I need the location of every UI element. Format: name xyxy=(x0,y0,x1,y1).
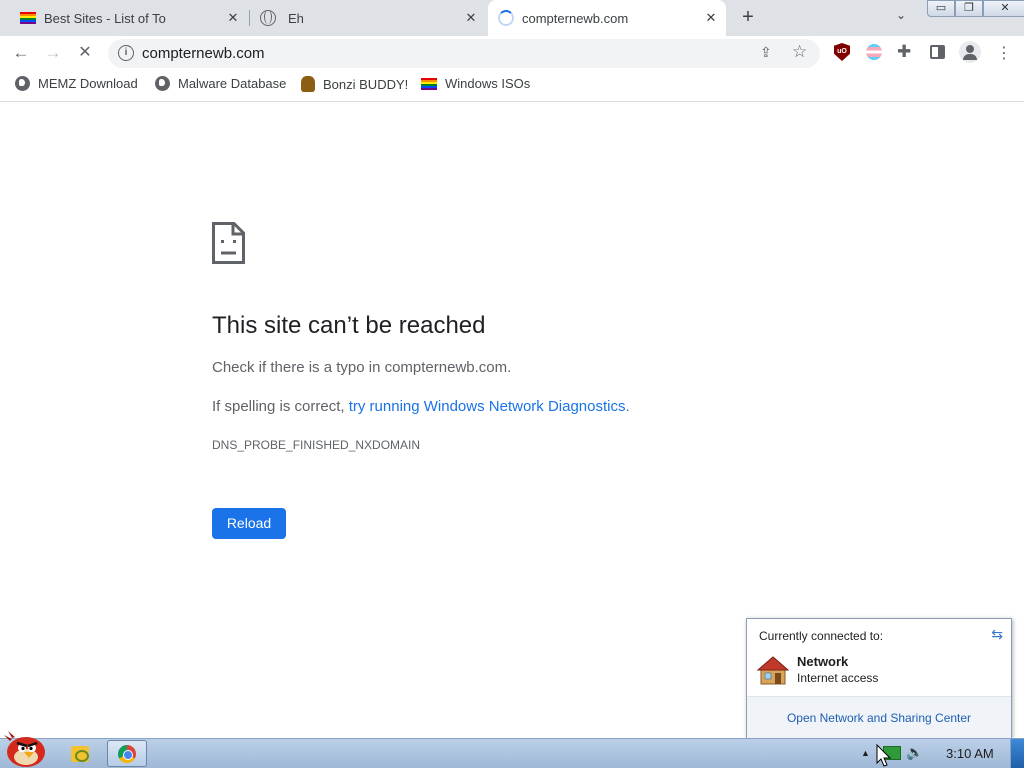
tab-1[interactable]: Best Sites - List of To ✕ xyxy=(8,0,248,36)
error-suggestion-diagnostics: If spelling is correct, try running Wind… xyxy=(212,398,630,415)
error-code: DNS_PROBE_FINISHED_NXDOMAIN xyxy=(212,438,421,452)
start-button-angry-bird-icon[interactable] xyxy=(2,729,48,768)
new-tab-button[interactable]: + xyxy=(737,6,759,28)
back-button[interactable]: ← xyxy=(10,42,32,64)
network-status-popup: Currently connected to: ⇆ Network Intern… xyxy=(746,618,1012,738)
taskbar-explorer-button[interactable] xyxy=(60,740,100,767)
loading-spinner-icon xyxy=(498,10,514,26)
sad-document-icon xyxy=(212,222,245,264)
puzzle-extensions-icon[interactable]: ✚ xyxy=(897,42,911,62)
tab-strip: Best Sites - List of To ✕ Eh ✕ compterne… xyxy=(0,0,1024,36)
site-info-icon[interactable]: i xyxy=(118,45,134,61)
open-network-sharing-center-link[interactable]: Open Network and Sharing Center xyxy=(747,696,1011,738)
network-status: Internet access xyxy=(797,671,879,685)
url-text[interactable]: compternewb.com xyxy=(142,45,265,62)
close-tab-icon[interactable]: ✕ xyxy=(224,10,242,26)
show-desktop-button[interactable] xyxy=(1010,739,1024,768)
address-bar[interactable]: i compternewb.com ⇪ ☆ xyxy=(108,39,820,68)
trans-flag-extension-icon[interactable] xyxy=(866,44,882,60)
taskbar-chrome-button[interactable] xyxy=(107,740,147,767)
bookmark-malware-database[interactable]: Malware Database xyxy=(155,76,286,91)
volume-icon[interactable]: 🔈 xyxy=(906,744,923,761)
kebab-menu-icon[interactable]: ⋮ xyxy=(996,43,1012,63)
bonzi-icon xyxy=(301,76,315,92)
bookmark-label: Windows ISOs xyxy=(445,76,531,91)
close-tab-icon[interactable]: ✕ xyxy=(462,10,480,26)
share-icon[interactable]: ⇪ xyxy=(760,44,772,61)
explorer-icon xyxy=(71,745,89,762)
show-hidden-icons-icon[interactable]: ▲ xyxy=(861,748,870,758)
error-suggestion-typo: Check if there is a typo in compternewb.… xyxy=(212,359,512,376)
error-title: This site can’t be reached xyxy=(212,312,486,339)
bookmark-label: Bonzi BUDDY! xyxy=(323,76,409,92)
forward-button[interactable]: → xyxy=(42,42,64,64)
stop-loading-button[interactable]: ✕ xyxy=(74,42,96,64)
bookmark-star-icon[interactable]: ☆ xyxy=(792,42,807,62)
globe-icon xyxy=(15,76,30,91)
reload-button[interactable]: Reload xyxy=(212,508,286,539)
bookmarks-bar: MEMZ Download Malware Database Bonzi BUD… xyxy=(0,70,1024,102)
bookmark-memz-download[interactable]: MEMZ Download xyxy=(15,76,138,91)
bookmark-windows-isos[interactable]: Windows ISOs xyxy=(421,76,530,91)
minimize-button[interactable]: ▭ xyxy=(927,0,955,17)
network-name: Network xyxy=(797,654,849,669)
taskbar-clock[interactable]: 3:10 AM xyxy=(946,746,994,761)
refresh-icon[interactable]: ⇆ xyxy=(991,626,1003,643)
rainbow-flag-icon xyxy=(20,12,36,24)
diagnostics-prefix: If spelling is correct, xyxy=(212,398,349,415)
windows-taskbar xyxy=(0,738,1024,768)
network-diagnostics-link[interactable]: try running Windows Network Diagnostics xyxy=(349,398,626,415)
house-network-icon xyxy=(757,656,789,685)
rainbow-flag-icon xyxy=(421,77,437,90)
tab-title: Eh xyxy=(288,10,304,26)
mouse-cursor-icon xyxy=(876,744,892,767)
close-tab-icon[interactable]: ✕ xyxy=(702,10,720,26)
diagnostics-suffix: . xyxy=(625,398,630,415)
close-window-button[interactable]: ✕ xyxy=(983,0,1024,17)
globe-icon xyxy=(155,76,170,91)
bookmark-bonzi-buddy[interactable]: Bonzi BUDDY! xyxy=(301,76,408,92)
tab-search-icon[interactable]: ⌄ xyxy=(896,8,906,22)
tab-title: compternewb.com xyxy=(522,10,629,26)
globe-icon xyxy=(260,10,276,26)
bookmark-label: Malware Database xyxy=(178,76,287,91)
tab-3-active[interactable]: compternewb.com ✕ xyxy=(488,0,726,36)
tab-2[interactable]: Eh ✕ xyxy=(250,0,486,36)
network-popup-header: Currently connected to: xyxy=(759,629,884,643)
tab-title: Best Sites - List of To xyxy=(44,10,166,26)
maximize-button[interactable]: ❐ xyxy=(955,0,983,17)
profile-avatar-icon[interactable] xyxy=(959,41,981,63)
window-controls: ▭ ❐ ✕ xyxy=(927,0,1024,17)
bookmark-label: MEMZ Download xyxy=(38,76,138,91)
chrome-icon xyxy=(118,744,136,763)
side-panel-icon[interactable] xyxy=(930,45,945,59)
